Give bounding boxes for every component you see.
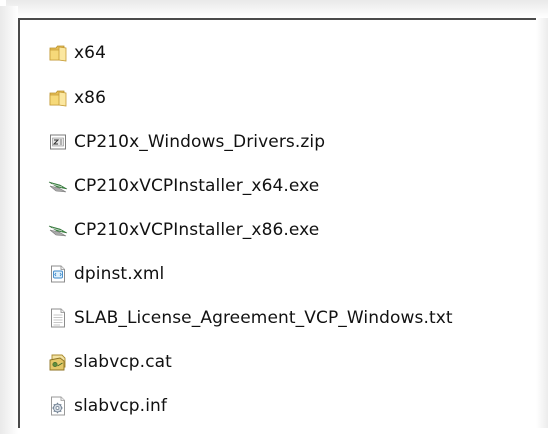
window-shadow-right [536, 18, 548, 428]
file-list-pane: x64 x86 CP210x_Windows_Drivers.zip CP210… [18, 18, 536, 428]
file-item-slabvcp-inf[interactable]: slabvcp.inf [48, 384, 453, 428]
file-item-dpinst-xml[interactable]: dpinst.xml [48, 252, 453, 296]
setup-info-file-icon [48, 396, 68, 416]
file-name: slabvcp.cat [74, 352, 172, 372]
file-list: x64 x86 CP210x_Windows_Drivers.zip CP210… [48, 30, 453, 428]
zip-file-icon [48, 132, 68, 152]
xml-file-icon [48, 264, 68, 284]
folder-icon [48, 88, 68, 108]
file-name: SLAB_License_Agreement_VCP_Windows.txt [74, 308, 453, 328]
window-shadow-left [0, 6, 18, 434]
installer-exe-icon [48, 220, 68, 240]
file-item-slabvcp-cat[interactable]: slabvcp.cat [48, 340, 453, 384]
file-name: x64 [74, 43, 106, 63]
file-item-installer-x86[interactable]: CP210xVCPInstaller_x86.exe [48, 208, 453, 252]
folder-icon [48, 43, 68, 63]
file-item-zip[interactable]: CP210x_Windows_Drivers.zip [48, 120, 453, 164]
file-name: CP210xVCPInstaller_x64.exe [74, 176, 320, 196]
file-name: x86 [74, 88, 106, 108]
file-item-x86[interactable]: x86 [48, 76, 453, 120]
window-shadow-top [6, 0, 548, 18]
file-name: CP210xVCPInstaller_x86.exe [74, 220, 320, 240]
file-name: CP210x_Windows_Drivers.zip [74, 132, 326, 152]
installer-exe-icon [48, 176, 68, 196]
security-catalog-icon [48, 352, 68, 372]
file-item-x64[interactable]: x64 [48, 30, 453, 76]
file-item-license-txt[interactable]: SLAB_License_Agreement_VCP_Windows.txt [48, 296, 453, 340]
file-name: slabvcp.inf [74, 396, 167, 416]
text-file-icon [48, 308, 68, 328]
file-name: dpinst.xml [74, 264, 165, 284]
file-item-installer-x64[interactable]: CP210xVCPInstaller_x64.exe [48, 164, 453, 208]
